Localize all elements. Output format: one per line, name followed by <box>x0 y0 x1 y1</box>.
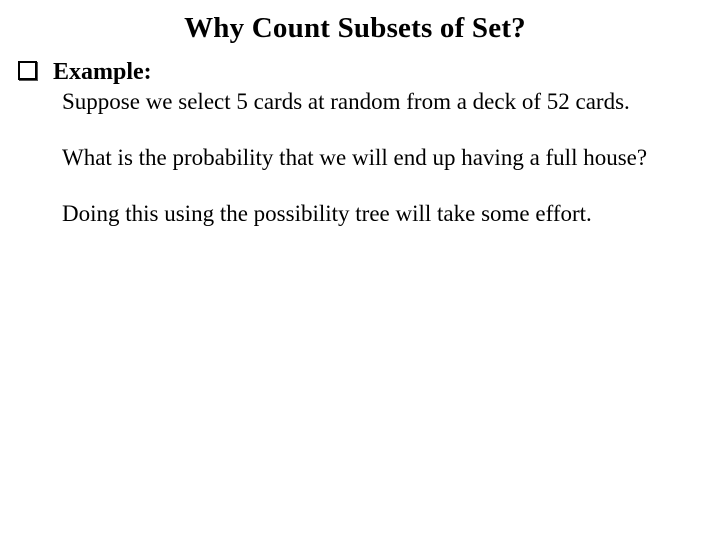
body-content: Suppose we select 5 cards at random from… <box>62 88 676 228</box>
bullet-item: Example: <box>18 59 690 86</box>
paragraph-3: Doing this using the possibility tree wi… <box>62 200 676 228</box>
paragraph-1: Suppose we select 5 cards at random from… <box>62 88 676 116</box>
square-bullet-icon <box>18 61 37 80</box>
bullet-label: Example: <box>53 59 152 86</box>
paragraph-2: What is the probability that we will end… <box>62 144 676 172</box>
slide-title: Why Count Subsets of Set? <box>20 12 690 45</box>
